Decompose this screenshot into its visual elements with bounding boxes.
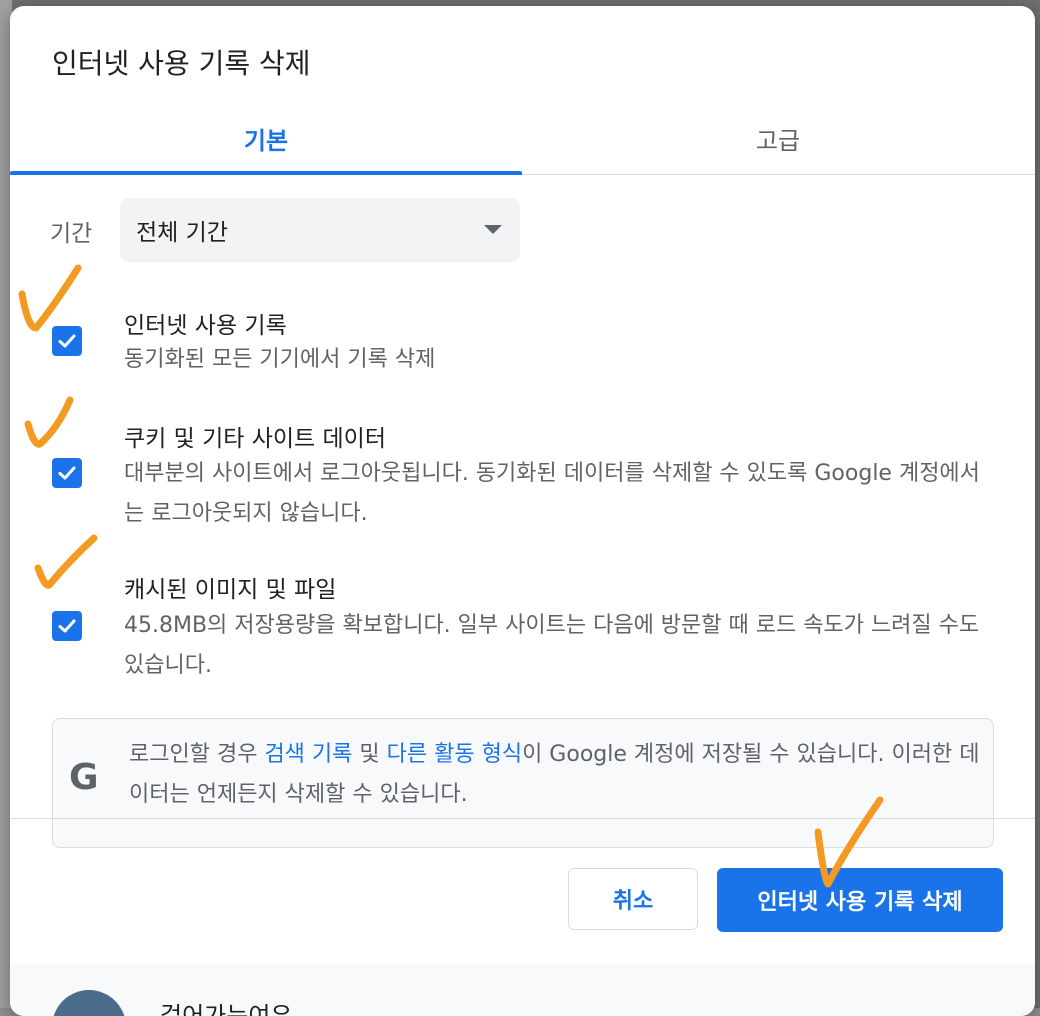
dropdown-arrow-icon: [484, 225, 502, 234]
tab-basic[interactable]: 기본: [10, 102, 522, 175]
cookies-desc: 대부분의 사이트에서 로그아웃됩니다. 동기화된 데이터를 삭제할 수 있도록 …: [124, 461, 980, 526]
checkmark-icon: [58, 619, 76, 633]
cache-title: 캐시된 이미지 및 파일: [124, 577, 337, 603]
info-text: 로그인할 경우 검색 기록 및 다른 활동 형식이 Google 계정에 저장될…: [129, 735, 989, 815]
period-value: 전체 기간: [136, 220, 228, 246]
footer-divider: [10, 818, 1035, 819]
tab-advanced[interactable]: 고급: [522, 102, 1034, 174]
dialog-title: 인터넷 사용 기록 삭제: [52, 47, 311, 80]
info-text-part: 및: [352, 742, 387, 767]
info-text-part: 로그인할 경우: [129, 742, 265, 767]
clear-browsing-data-dialog: 인터넷 사용 기록 삭제 기본 고급 기간 전체 기간 인터넷 사용 기록 동기…: [10, 6, 1035, 1016]
cache-checkbox[interactable]: [52, 611, 82, 641]
checkmark-icon: [58, 334, 76, 348]
google-g-icon: G: [69, 757, 99, 798]
history-title: 인터넷 사용 기록: [124, 313, 287, 339]
profile-strip: 걸어가는여우: [10, 964, 1035, 1016]
tab-bar: 기본 고급: [10, 102, 1035, 175]
clear-data-button[interactable]: 인터넷 사용 기록 삭제: [717, 868, 1003, 932]
profile-name: 걸어가는여우: [160, 1002, 293, 1016]
cookies-checkbox[interactable]: [52, 458, 82, 488]
search-history-link[interactable]: 검색 기록: [264, 742, 352, 767]
history-desc: 동기화된 모든 기기에서 기록 삭제: [124, 347, 436, 372]
cancel-button[interactable]: 취소: [568, 868, 698, 930]
history-checkbox[interactable]: [52, 326, 82, 356]
google-account-info-box: G 로그인할 경우 검색 기록 및 다른 활동 형식이 Google 계정에 저…: [52, 718, 994, 848]
cache-desc: 45.8MB의 저장용량을 확보합니다. 일부 사이트는 다음에 방문할 때 로…: [124, 613, 980, 678]
period-dropdown[interactable]: 전체 기간: [120, 198, 520, 262]
other-activity-link[interactable]: 다른 활동 형식: [387, 742, 522, 767]
avatar: [52, 990, 126, 1016]
checkmark-icon: [58, 466, 76, 480]
cookies-title: 쿠키 및 기타 사이트 데이터: [124, 426, 387, 452]
period-label: 기간: [50, 221, 93, 247]
